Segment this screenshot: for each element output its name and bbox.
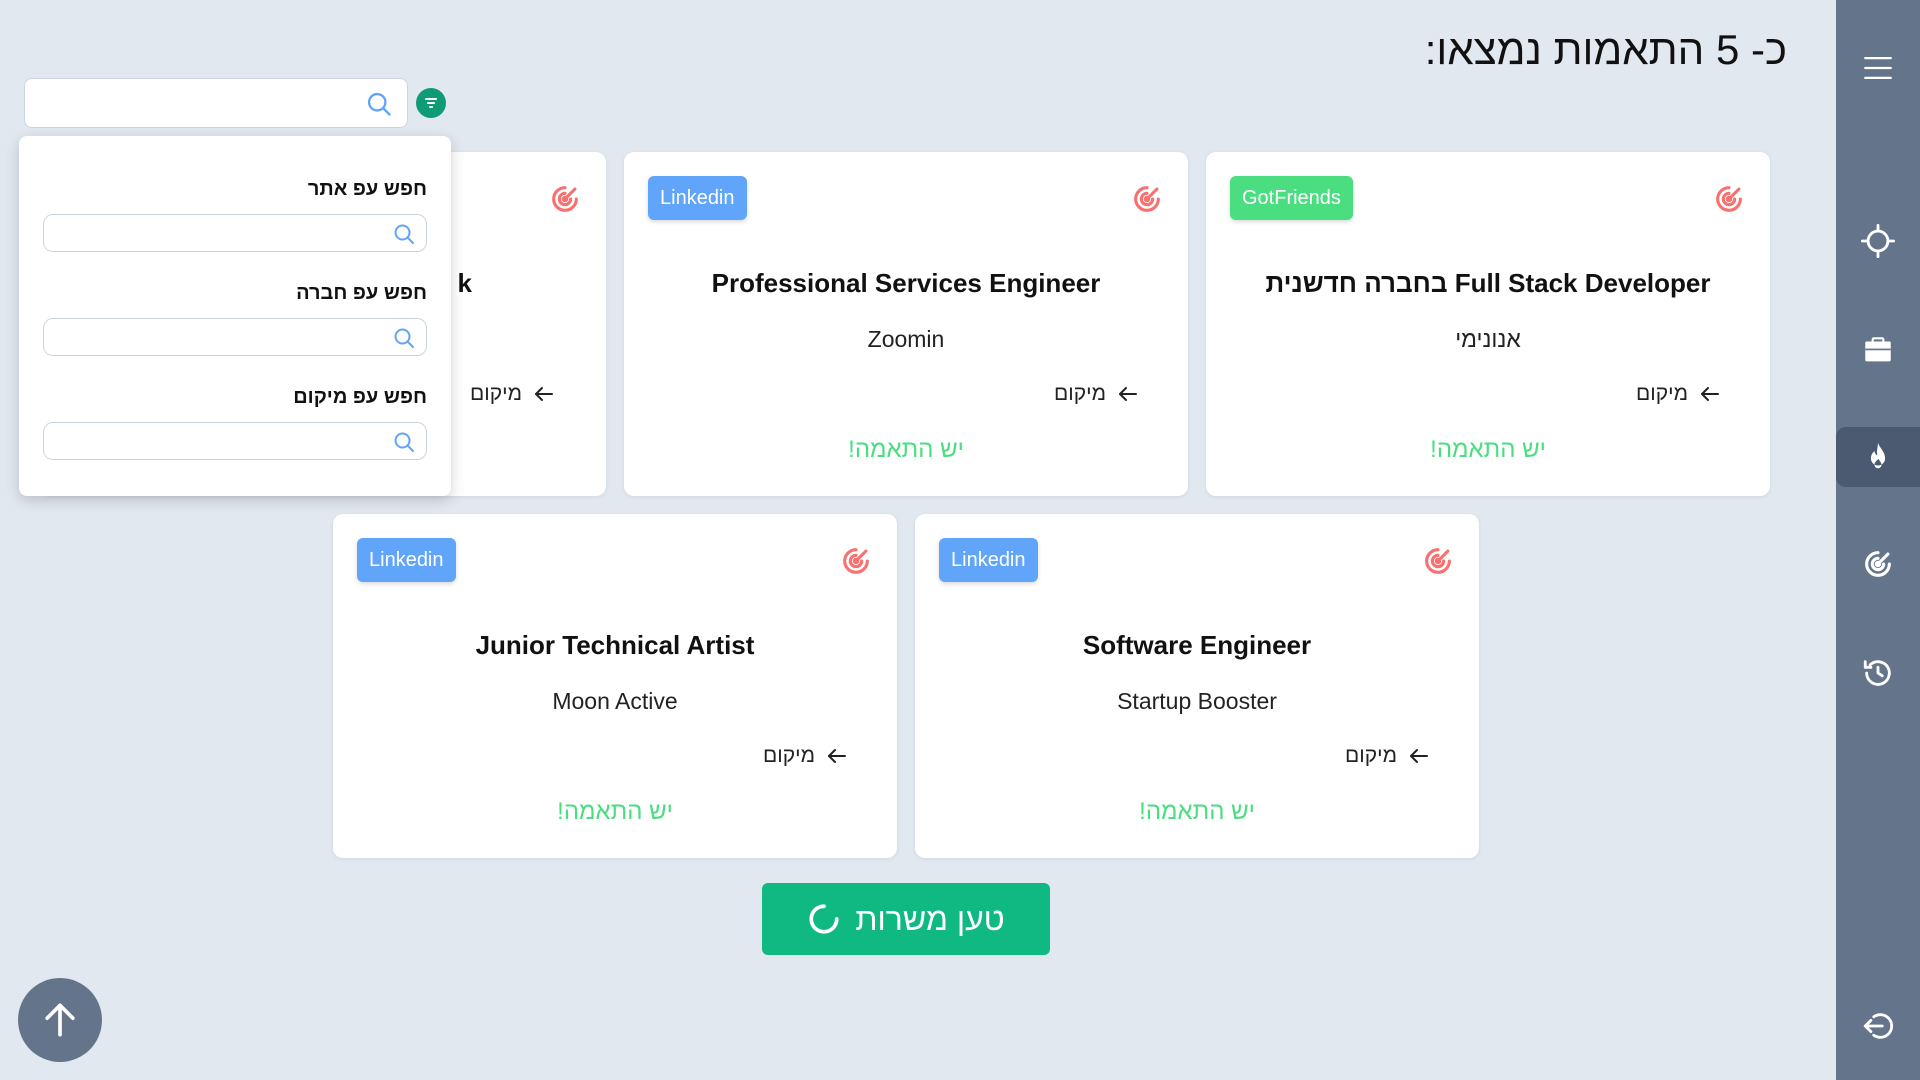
crosshair-icon	[1861, 224, 1895, 258]
search-icon	[394, 432, 414, 452]
search-input[interactable]	[25, 79, 407, 127]
job-location[interactable]: מיקום	[470, 382, 556, 406]
source-badge: GotFriends	[1230, 176, 1353, 220]
job-title: Junior Technical Artist	[475, 630, 755, 660]
search-icon	[394, 328, 414, 348]
filter-company-label: חפש עפ חברה	[296, 282, 427, 304]
sidebar-item-jobs[interactable]	[1836, 320, 1920, 380]
arrow-left-icon	[1701, 387, 1719, 401]
job-location-label: מיקום	[470, 382, 522, 405]
target-icon	[1865, 551, 1891, 577]
sidebar-item-crosshair[interactable]	[1836, 211, 1920, 271]
search-bar[interactable]	[24, 78, 408, 128]
filter-location-field[interactable]	[43, 422, 427, 460]
job-location-label: מיקום	[1636, 382, 1688, 405]
target-icon[interactable]	[1421, 544, 1455, 578]
hamburger-icon	[1864, 56, 1892, 80]
source-badge: Linkedin	[648, 176, 747, 220]
scroll-to-top-button[interactable]	[18, 978, 102, 1062]
target-icon[interactable]	[1130, 182, 1164, 216]
history-icon	[1863, 660, 1891, 686]
loading-spinner-icon	[809, 904, 839, 934]
job-location-label: מיקום	[1345, 744, 1397, 767]
filter-toggle-button[interactable]	[416, 88, 446, 118]
filter-icon	[425, 98, 437, 108]
job-card[interactable]: Linkedin Software Engineer Startup Boost…	[915, 514, 1479, 858]
logout-button[interactable]	[1836, 996, 1920, 1056]
job-location[interactable]: מיקום	[1054, 382, 1140, 406]
job-location-label: מיקום	[763, 744, 815, 767]
search-icon	[394, 224, 414, 244]
load-jobs-button[interactable]: טען משרות	[762, 883, 1050, 955]
job-title: Professional Services Engineer	[711, 268, 1101, 298]
filter-site-field[interactable]	[43, 214, 427, 252]
sidebar	[1836, 0, 1920, 1080]
source-badge: Linkedin	[939, 538, 1038, 582]
job-card[interactable]: Linkedin Professional Services Engineer …	[624, 152, 1188, 496]
arrow-left-icon	[1119, 387, 1137, 401]
sidebar-item-hot[interactable]	[1836, 427, 1920, 487]
job-title: k	[457, 268, 472, 298]
filter-site-input[interactable]	[44, 215, 426, 251]
target-icon[interactable]	[839, 544, 873, 578]
menu-button[interactable]	[1836, 38, 1920, 98]
job-card[interactable]: Linkedin Junior Technical Artist Moon Ac…	[333, 514, 897, 858]
page-title: כ- 5 התאמות נמצאו:	[1424, 26, 1787, 73]
logout-icon	[1863, 1013, 1894, 1039]
search-icon[interactable]	[365, 90, 393, 118]
target-icon[interactable]	[1712, 182, 1746, 216]
filter-company-input[interactable]	[44, 319, 426, 355]
job-title: Software Engineer	[1082, 630, 1312, 660]
filter-site-label: חפש עפ אתר	[307, 178, 427, 200]
match-status: יש התאמה!	[1139, 798, 1255, 825]
arrow-left-icon	[1410, 749, 1428, 763]
sidebar-item-targets[interactable]	[1836, 534, 1920, 594]
flame-icon	[1870, 442, 1886, 469]
load-jobs-label: טען משרות	[855, 900, 1005, 937]
job-location[interactable]: מיקום	[1345, 744, 1431, 768]
source-badge: Linkedin	[357, 538, 456, 582]
job-title: Full Stack Developer בחברה חדשנית	[1265, 268, 1711, 298]
job-location[interactable]: מיקום	[1636, 382, 1722, 406]
target-icon[interactable]	[548, 182, 582, 216]
filter-location-input[interactable]	[44, 423, 426, 459]
arrow-left-icon	[535, 387, 553, 401]
match-status: יש התאמה!	[848, 436, 964, 463]
company-name: Startup Booster	[1117, 688, 1277, 714]
job-location-label: מיקום	[1054, 382, 1106, 405]
briefcase-icon	[1865, 337, 1891, 362]
arrow-left-icon	[828, 749, 846, 763]
match-status: יש התאמה!	[1430, 436, 1546, 463]
job-location[interactable]: מיקום	[763, 744, 849, 768]
job-card[interactable]: GotFriends Full Stack Developer בחברה חד…	[1206, 152, 1770, 496]
sidebar-item-history[interactable]	[1836, 643, 1920, 703]
company-name: Zoomin	[867, 326, 945, 352]
arrow-up-icon	[45, 1003, 75, 1037]
company-name: אנונימי	[1455, 326, 1521, 352]
filter-location-label: חפש עפ מיקום	[293, 386, 427, 408]
company-name: Moon Active	[552, 688, 678, 714]
filter-company-field[interactable]	[43, 318, 427, 356]
match-status: יש התאמה!	[557, 798, 673, 825]
filter-panel: חפש עפ אתר חפש עפ חברה חפש עפ מיקום	[19, 136, 451, 496]
